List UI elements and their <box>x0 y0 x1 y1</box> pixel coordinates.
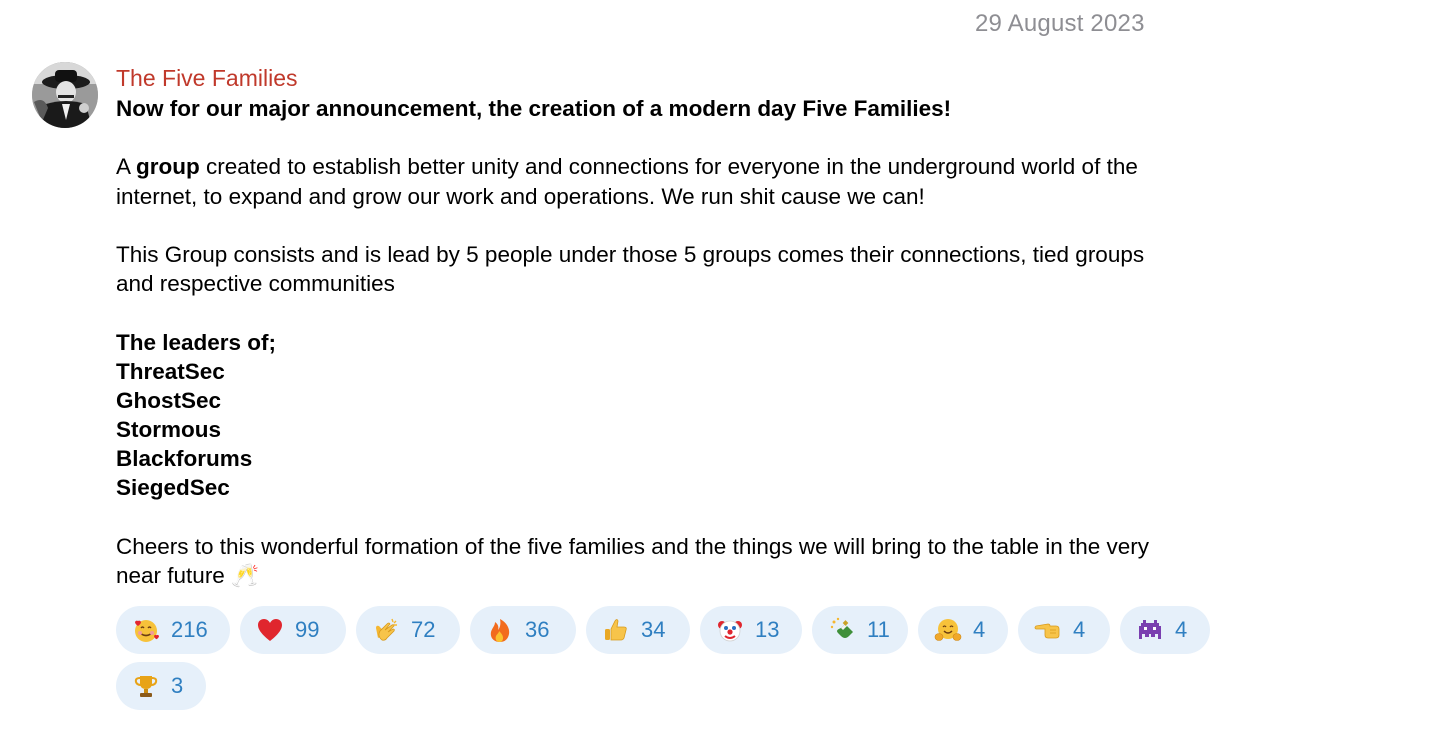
para1-suffix: created to establish better unity and co… <box>199 154 1138 180</box>
reaction-champagne-bottle[interactable]: 11 <box>812 606 908 654</box>
reaction-count: 4 <box>1175 617 1188 642</box>
reaction-fire[interactable]: 36 <box>470 606 576 654</box>
reaction-trophy[interactable]: 3 <box>116 662 206 710</box>
clown-face-icon <box>718 620 742 642</box>
leader-item: GhostSec <box>116 387 222 413</box>
thumbs-up-icon <box>605 619 627 641</box>
reaction-count: 99 <box>295 617 320 642</box>
space-invader-icon <box>1139 620 1161 639</box>
leader-item: Blackforums <box>116 446 253 472</box>
message-headline: Now for our major announcement, the crea… <box>116 96 952 121</box>
pointing-hand-icon <box>1034 623 1060 639</box>
reaction-count: 13 <box>755 617 780 642</box>
sender-name[interactable]: The Five Families <box>116 62 1316 94</box>
avatar-image <box>32 62 98 128</box>
date-separator: 29 August 2023 <box>975 10 1145 37</box>
leader-item: ThreatSec <box>116 358 225 384</box>
leader-item: SiegedSec <box>116 475 230 501</box>
reaction-count: 72 <box>411 617 436 642</box>
message-para1-line1: A group created to establish better unit… <box>116 152 1316 181</box>
reaction-thumbs-up[interactable]: 34 <box>586 606 690 654</box>
leaders-heading: The leaders of; <box>116 329 277 355</box>
reaction-pointing-hand[interactable]: 4 <box>1018 606 1110 654</box>
fire-icon <box>490 619 510 642</box>
message-para2-line1: This Group consists and is lead by 5 peo… <box>116 241 1145 267</box>
reaction-count: 36 <box>525 617 550 642</box>
message-closing-line1: Cheers to this wonderful formation of th… <box>116 533 1150 559</box>
message-text: Now for our major announcement, the crea… <box>116 94 1316 590</box>
champagne-bottle-icon <box>830 617 853 638</box>
reaction-clown-face[interactable]: 13 <box>700 606 802 654</box>
reaction-smiling-face-with-hearts[interactable]: 216 <box>116 606 230 654</box>
red-heart-icon <box>258 619 282 641</box>
leader-item: Stormous <box>116 417 222 443</box>
clapping-hands-icon <box>376 618 397 641</box>
reaction-count: 4 <box>1073 617 1086 642</box>
reaction-count: 216 <box>171 617 208 642</box>
message-para2-line2: and respective communities <box>116 271 395 297</box>
message-para1-line2: internet, to expand and grow our work an… <box>116 183 925 209</box>
message-bubble: The Five Families Now for our major anno… <box>116 62 1316 590</box>
reaction-count: 3 <box>171 673 184 698</box>
reaction-count: 11 <box>867 617 890 642</box>
reaction-red-heart[interactable]: 99 <box>240 606 346 654</box>
reaction-space-invader[interactable]: 4 <box>1120 606 1210 654</box>
trophy-icon <box>134 676 158 697</box>
hugging-face-icon <box>934 619 962 641</box>
para1-prefix: A <box>116 154 137 180</box>
reaction-hugging-face[interactable]: 4 <box>918 606 1008 654</box>
avatar[interactable] <box>32 62 98 128</box>
smiling-face-with-hearts-icon <box>135 620 159 642</box>
reaction-count: 4 <box>973 617 986 642</box>
para1-bold-word: group <box>136 154 200 180</box>
message-closing-line2: near future 🥂 <box>116 563 260 588</box>
reaction-count: 34 <box>641 617 666 642</box>
reaction-clapping-hands[interactable]: 72 <box>356 606 460 654</box>
